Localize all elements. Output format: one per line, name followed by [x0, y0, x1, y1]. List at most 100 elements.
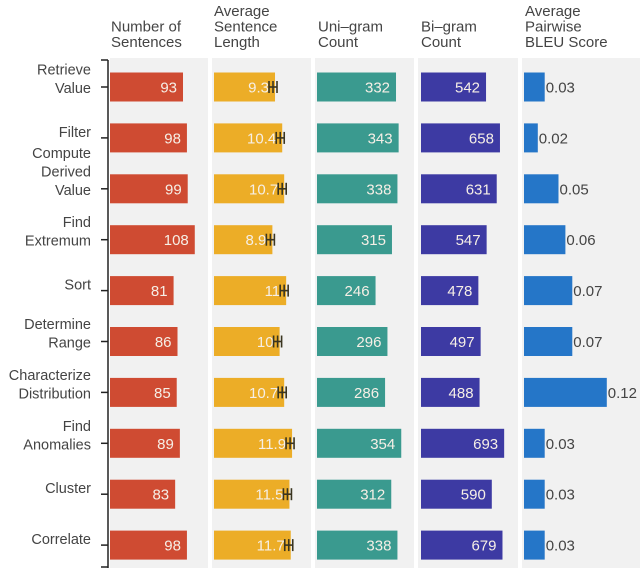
category-label: Retrieve Value — [37, 63, 91, 98]
bar-value-label: 497 — [450, 334, 475, 351]
category-label-line: Characterize — [9, 368, 91, 384]
bar-value-label: 658 — [469, 130, 494, 147]
bar — [524, 479, 545, 509]
bar-value-label: 286 — [354, 385, 379, 402]
bar-value-label: 679 — [471, 538, 496, 555]
bar-value-label: 0.06 — [566, 232, 595, 249]
column-header-3: Uni–gram Count — [318, 19, 383, 52]
category-label: Characterize Distribution — [9, 368, 91, 403]
category-label-line: Find — [63, 419, 91, 435]
bar-value-label: 99 — [165, 181, 182, 198]
column-header-line: Sentences — [111, 34, 182, 51]
bar-value-label: 296 — [356, 334, 381, 351]
column-header-line: BLEU Score — [525, 34, 608, 51]
bar-value-label: 246 — [345, 283, 370, 300]
bar-value-label: 631 — [466, 181, 491, 198]
bar-value-label: 10.7 — [249, 385, 278, 402]
category-label: Sort — [64, 278, 91, 294]
bar-value-label: 343 — [368, 130, 393, 147]
category-label-line: Anomalies — [23, 437, 91, 453]
bar — [524, 72, 545, 102]
chart: Number of SentencesAverage Sentence LengthU… — [9, 3, 640, 568]
column-header-line: Length — [214, 34, 260, 51]
column-header-line: Pairwise — [525, 19, 582, 36]
category-label-line: Sort — [64, 278, 91, 294]
bar-value-label: 83 — [152, 487, 169, 504]
category-label-line: Distribution — [18, 386, 91, 402]
bar-value-label: 478 — [447, 283, 472, 300]
category-label-line: Compute — [32, 146, 91, 162]
category-label-line: Derived — [41, 164, 91, 180]
bar-value-label: 590 — [461, 487, 486, 504]
bar — [524, 530, 545, 560]
bar-value-label: 693 — [473, 436, 498, 453]
bar-value-label: 93 — [160, 80, 177, 97]
column-header-line: Number of — [111, 19, 182, 36]
category-label-line: Value — [55, 81, 91, 97]
bar-value-label: 338 — [366, 538, 391, 555]
category-label-line: Filter — [59, 125, 91, 141]
bar-value-label: 9.3 — [248, 80, 269, 97]
column-header-line: Sentence — [214, 19, 277, 36]
category-label-line: Correlate — [31, 532, 91, 548]
bar-value-label: 0.12 — [608, 385, 637, 402]
bar-value-label: 10.7 — [249, 181, 278, 198]
bar-value-label: 0.03 — [546, 538, 575, 555]
bar-value-label: 0.05 — [560, 181, 589, 198]
category-label: Determine Range — [24, 317, 91, 352]
column-header-line: Average — [525, 3, 581, 20]
category-label-line: Find — [63, 215, 91, 231]
bar-value-label: 0.07 — [573, 334, 602, 351]
bar-value-label: 11.7 — [257, 538, 285, 555]
bar-value-label: 85 — [154, 385, 171, 402]
bar-value-label: 108 — [164, 232, 189, 249]
bar-value-label: 0.07 — [573, 283, 602, 300]
bar-value-label: 312 — [360, 487, 385, 504]
bar-value-label: 0.03 — [546, 80, 575, 97]
category-label-line: Range — [48, 336, 91, 352]
bar-value-label: 81 — [151, 283, 168, 300]
bar — [524, 174, 559, 204]
column-header-line: Count — [421, 34, 462, 51]
category-label: Compute Derived Value — [32, 146, 91, 199]
bar — [524, 276, 573, 306]
column-header-line: Average — [214, 3, 270, 20]
category-label-line: Value — [55, 183, 91, 199]
bar-value-label: 0.03 — [546, 487, 575, 504]
bar-value-label: 0.02 — [539, 130, 568, 147]
category-label: Find Extremum — [25, 215, 91, 250]
bar — [524, 123, 538, 153]
column-header-1: Number of Sentences — [111, 19, 182, 52]
column-header-5: Average Pairwise BLEU Score — [525, 3, 608, 51]
bar-value-label: 542 — [455, 80, 480, 97]
bar-value-label: 315 — [361, 232, 386, 249]
bar — [524, 428, 545, 458]
bar-value-label: 89 — [157, 436, 174, 453]
category-label: Filter — [59, 125, 91, 141]
column-header-line: Count — [318, 34, 359, 51]
column-header-line: Uni–gram — [318, 19, 383, 36]
category-label-line: Extremum — [25, 234, 91, 250]
category-label-line: Determine — [24, 317, 91, 333]
category-label-line: Retrieve — [37, 63, 91, 79]
bar-value-label: 488 — [449, 385, 474, 402]
bar — [524, 377, 607, 407]
column-header-4: Bi–gram Count — [421, 19, 477, 52]
column-header-line: Bi–gram — [421, 19, 477, 36]
bar-value-label: 332 — [365, 80, 390, 97]
category-label: Correlate — [31, 532, 91, 548]
bar-value-label: 98 — [164, 538, 181, 555]
bar-value-label: 11 — [265, 283, 281, 300]
bar-value-label: 8.9 — [246, 232, 267, 249]
bar-value-label: 11.9 — [258, 436, 286, 453]
bar — [524, 225, 566, 255]
bar-value-label: 338 — [366, 181, 391, 198]
column-header-2: Average Sentence Length — [214, 3, 277, 51]
bar-value-label: 10 — [257, 334, 274, 351]
bar-value-label: 98 — [164, 130, 181, 147]
bar-value-label: 547 — [456, 232, 481, 249]
bar-value-label: 86 — [155, 334, 172, 351]
bar-value-label: 11.5 — [255, 487, 283, 504]
bar — [524, 327, 573, 356]
bar-value-label: 0.03 — [546, 436, 575, 453]
